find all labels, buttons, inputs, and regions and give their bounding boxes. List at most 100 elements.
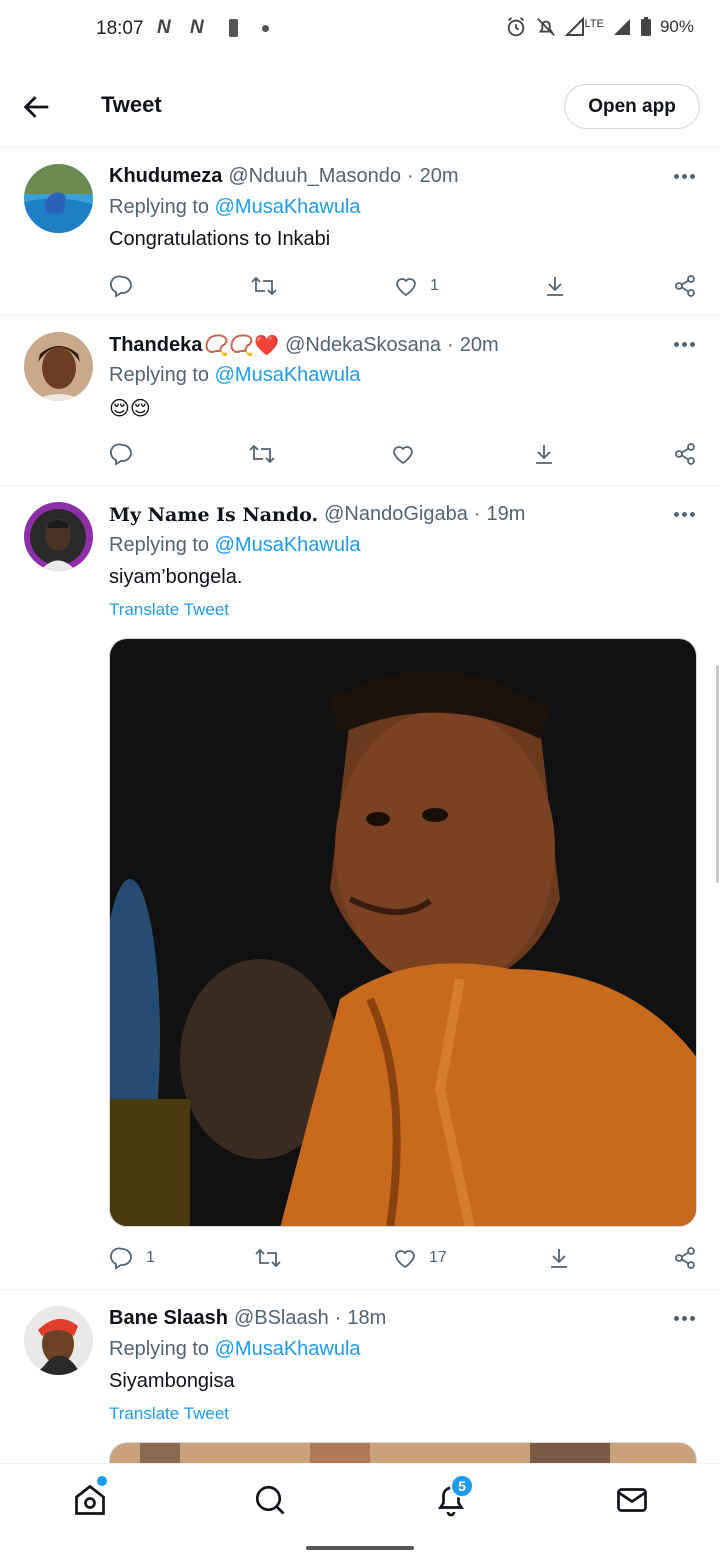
separator: · bbox=[447, 334, 454, 356]
tweet-item[interactable]: Thandeka 📿📿❤️ @NdekaSkosana · 20m Replyi… bbox=[0, 316, 720, 486]
translate-tweet-link[interactable]: Translate Tweet bbox=[109, 1404, 229, 1424]
signal-icon bbox=[564, 17, 584, 36]
scrollbar[interactable] bbox=[716, 665, 719, 883]
download-button[interactable] bbox=[543, 269, 567, 303]
retweet-button[interactable] bbox=[254, 1241, 294, 1275]
tweet-actions bbox=[0, 437, 720, 471]
reply-button[interactable] bbox=[110, 269, 146, 303]
tweet-text: siyam’bongela. bbox=[109, 566, 243, 588]
author-name[interactable]: Bane Slaash bbox=[109, 1307, 228, 1330]
arrow-left-icon bbox=[23, 96, 49, 118]
author-handle[interactable]: @Nduuh_Masondo bbox=[228, 165, 401, 188]
heart-icon bbox=[393, 446, 413, 465]
nav-search[interactable] bbox=[252, 1482, 288, 1518]
download-icon bbox=[547, 277, 563, 296]
share-button[interactable] bbox=[673, 437, 697, 471]
author-name-emoji: 📿📿❤️ bbox=[204, 335, 280, 357]
more-options-icon[interactable] bbox=[674, 174, 696, 180]
tweet-time[interactable]: 20m bbox=[460, 334, 499, 357]
like-button[interactable]: 17 bbox=[393, 1241, 447, 1275]
gesture-bar[interactable] bbox=[306, 1546, 414, 1550]
reply-button[interactable]: 1 bbox=[110, 1241, 155, 1275]
tweet-time[interactable]: 20m bbox=[420, 165, 459, 188]
avatar[interactable] bbox=[24, 1306, 93, 1375]
reply-icon bbox=[110, 275, 132, 298]
download-button[interactable] bbox=[532, 437, 556, 471]
avatar[interactable] bbox=[24, 502, 93, 571]
network-n-icon: N bbox=[157, 17, 171, 38]
tweet-item[interactable]: My Name Is Nando. @NandoGigaba · 19m Rep… bbox=[0, 486, 720, 1290]
nav-home[interactable] bbox=[72, 1482, 108, 1518]
replying-to: Replying to @MusaKhawula bbox=[109, 534, 361, 557]
mention-link[interactable]: @MusaKhawula bbox=[215, 1338, 361, 1360]
messages-icon bbox=[617, 1488, 647, 1512]
more-options-icon[interactable] bbox=[674, 512, 696, 518]
search-icon bbox=[255, 1485, 285, 1515]
lte-label: LTE bbox=[584, 18, 604, 30]
replying-to: Replying to @MusaKhawula bbox=[109, 196, 361, 219]
battery-percent: 90% bbox=[659, 17, 694, 36]
author-handle[interactable]: @BSlaash bbox=[234, 1307, 329, 1330]
more-options-icon[interactable] bbox=[674, 342, 696, 348]
share-icon bbox=[675, 275, 695, 297]
notification-badge: 5 bbox=[450, 1474, 474, 1498]
replying-prefix: Replying to bbox=[109, 196, 210, 218]
replying-prefix: Replying to bbox=[109, 1338, 210, 1360]
like-button[interactable]: 1 bbox=[394, 269, 439, 303]
tweet-media-image[interactable] bbox=[109, 638, 697, 1227]
signal-icon bbox=[613, 19, 630, 35]
retweet-icon bbox=[255, 1248, 281, 1268]
heart-icon bbox=[395, 1250, 415, 1269]
mention-link[interactable]: @MusaKhawula bbox=[215, 196, 361, 218]
reply-icon bbox=[110, 1247, 132, 1270]
tweet-text: Siyambongisa bbox=[109, 1370, 235, 1392]
bottom-nav: 5 bbox=[0, 1463, 720, 1537]
download-icon bbox=[536, 445, 552, 464]
notification-dot-icon bbox=[262, 25, 269, 32]
author-name[interactable]: Thandeka bbox=[109, 334, 202, 357]
mute-icon bbox=[536, 18, 555, 36]
heart-icon bbox=[396, 278, 416, 297]
reply-icon bbox=[110, 443, 132, 466]
author-handle[interactable]: @NdekaSkosana bbox=[285, 334, 441, 357]
tweet-time[interactable]: 18m bbox=[347, 1307, 386, 1330]
alarm-icon bbox=[507, 17, 524, 37]
retweet-button[interactable] bbox=[248, 437, 288, 471]
download-button[interactable] bbox=[547, 1241, 571, 1275]
tweet-item[interactable]: Bane Slaash @BSlaash · 18m Replying to @… bbox=[0, 1290, 720, 1482]
reply-count: 1 bbox=[146, 1249, 155, 1266]
share-button[interactable] bbox=[673, 269, 697, 303]
translate-tweet-link[interactable]: Translate Tweet bbox=[109, 600, 229, 620]
separator: · bbox=[473, 503, 481, 525]
like-count: 17 bbox=[429, 1249, 447, 1266]
author-name[interactable]: My Name Is Nando. bbox=[109, 504, 318, 526]
retweet-button[interactable] bbox=[250, 269, 290, 303]
mention-link[interactable]: @MusaKhawula bbox=[215, 364, 361, 386]
status-bar: 18:07 N N LTE 90% bbox=[0, 0, 720, 60]
tweet-item[interactable]: Khudumeza @Nduuh_Masondo · 20m Replying … bbox=[0, 148, 720, 316]
tweet-header: Bane Slaash @BSlaash · 18m bbox=[109, 1307, 386, 1330]
tweet-header: My Name Is Nando. @NandoGigaba · 19m bbox=[109, 503, 525, 526]
tweet-text: 😌😌 bbox=[109, 398, 151, 420]
nav-messages[interactable] bbox=[614, 1482, 650, 1518]
reply-button[interactable] bbox=[110, 437, 146, 471]
battery-icon bbox=[640, 17, 651, 36]
share-icon bbox=[675, 443, 695, 465]
like-count: 1 bbox=[430, 277, 439, 294]
tweet-time[interactable]: 19m bbox=[487, 503, 526, 526]
mention-link[interactable]: @MusaKhawula bbox=[215, 534, 361, 556]
author-name[interactable]: Khudumeza bbox=[109, 165, 222, 188]
share-button[interactable] bbox=[673, 1241, 697, 1275]
author-handle[interactable]: @NandoGigaba bbox=[324, 503, 468, 526]
more-options-icon[interactable] bbox=[674, 1316, 696, 1322]
replying-to: Replying to @MusaKhawula bbox=[109, 364, 361, 387]
home-icon bbox=[75, 1484, 105, 1515]
share-icon bbox=[675, 1247, 695, 1269]
avatar[interactable] bbox=[24, 164, 93, 233]
like-button[interactable] bbox=[391, 437, 427, 471]
retweet-icon bbox=[251, 276, 277, 296]
open-app-button[interactable]: Open app bbox=[564, 84, 700, 129]
avatar[interactable] bbox=[24, 332, 93, 401]
status-right-group: LTE 90% bbox=[505, 16, 694, 38]
back-button[interactable] bbox=[20, 90, 54, 124]
